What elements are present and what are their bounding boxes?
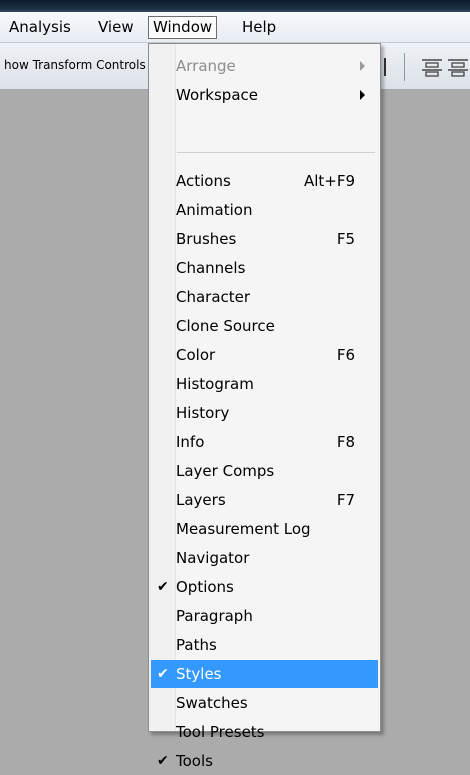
menu-item-shortcut: F5: [336, 230, 355, 248]
menu-item-navigator[interactable]: Navigator: [151, 544, 378, 572]
align-top-icon[interactable]: [420, 55, 444, 79]
menu-window[interactable]: Window: [148, 16, 218, 39]
menu-item-layer-comps[interactable]: Layer Comps: [151, 457, 378, 485]
menu-item-channels[interactable]: Channels: [151, 254, 378, 282]
menu-item-label: Arrange: [176, 57, 236, 75]
check-icon: ✔: [157, 753, 169, 769]
menu-separator: [177, 152, 375, 153]
menu-item-clone-source[interactable]: Clone Source: [151, 312, 378, 340]
menu-item-layers[interactable]: Layers F7: [151, 486, 378, 514]
align-middle-icon[interactable]: [446, 55, 470, 79]
menu-item-measurement-log[interactable]: Measurement Log: [151, 515, 378, 543]
menu-item-label: Styles: [176, 665, 222, 683]
menu-item-label: Tools: [176, 752, 213, 770]
menu-item-label: Character: [176, 288, 251, 306]
menu-item-info[interactable]: Info F8: [151, 428, 378, 456]
menu-item-label: Animation: [176, 201, 253, 219]
menu-item-arrange[interactable]: Arrange: [151, 52, 378, 80]
menu-item-shortcut: F7: [336, 491, 355, 509]
check-icon: ✔: [157, 579, 169, 595]
menu-item-label: Layers: [176, 491, 226, 509]
menu-item-animation[interactable]: Animation: [151, 196, 378, 224]
check-icon: ✔: [157, 666, 169, 682]
menu-item-tools[interactable]: ✔ Tools: [151, 747, 378, 775]
title-bar-edge: [0, 0, 470, 12]
menu-item-swatches[interactable]: Swatches: [151, 689, 378, 717]
menu-bar: Analysis View Window Help: [0, 12, 470, 43]
menu-item-color[interactable]: Color F6: [151, 341, 378, 369]
menu-item-options[interactable]: ✔ Options: [151, 573, 378, 601]
menu-item-tool-presets[interactable]: Tool Presets: [151, 718, 378, 746]
menu-item-history[interactable]: History: [151, 399, 378, 427]
menu-item-label: Tool Presets: [176, 723, 265, 741]
submenu-arrow-icon: [360, 61, 365, 71]
menu-help[interactable]: Help: [238, 16, 280, 39]
menu-item-paths[interactable]: Paths: [151, 631, 378, 659]
options-separator: [404, 53, 405, 81]
menu-item-label: Channels: [176, 259, 246, 277]
menu-item-shortcut: F8: [336, 433, 355, 451]
menu-item-label: Paragraph: [176, 607, 253, 625]
menu-item-label: Histogram: [176, 375, 254, 393]
menu-item-character[interactable]: Character: [151, 283, 378, 311]
menu-item-label: Workspace: [176, 86, 258, 104]
menu-item-label: Paths: [176, 636, 217, 654]
menu-item-shortcut: Alt+F9: [303, 172, 355, 190]
show-transform-controls-label[interactable]: how Transform Controls: [4, 58, 152, 72]
menu-item-label: Actions: [176, 172, 231, 190]
menu-item-label: Color: [176, 346, 216, 364]
menu-item-styles[interactable]: ✔ Styles: [151, 660, 378, 688]
menu-item-actions[interactable]: Actions Alt+F9: [151, 167, 378, 195]
menu-item-label: Measurement Log: [176, 520, 311, 538]
window-menu-dropdown: Arrange Workspace Actions Alt+F9 Animation…: [148, 43, 381, 770]
submenu-arrow-icon: [360, 90, 365, 100]
menu-item-label: Swatches: [176, 694, 248, 712]
menu-item-label: Options: [176, 578, 234, 596]
menu-item-label: Layer Comps: [176, 462, 275, 480]
menu-item-paragraph[interactable]: Paragraph: [151, 602, 378, 630]
menu-item-label: Brushes: [176, 230, 237, 248]
menu-view[interactable]: View: [94, 16, 138, 39]
menu-analysis[interactable]: Analysis: [5, 16, 75, 39]
menu-item-label: Info: [176, 433, 205, 451]
menu-item-shortcut: F6: [336, 346, 355, 364]
menu-item-histogram[interactable]: Histogram: [151, 370, 378, 398]
menu-item-workspace[interactable]: Workspace: [151, 81, 378, 109]
menu-item-brushes[interactable]: Brushes F5: [151, 225, 378, 253]
menu-item-label: Clone Source: [176, 317, 275, 335]
menu-item-label: History: [176, 404, 230, 422]
menu-item-label: Navigator: [176, 549, 250, 567]
